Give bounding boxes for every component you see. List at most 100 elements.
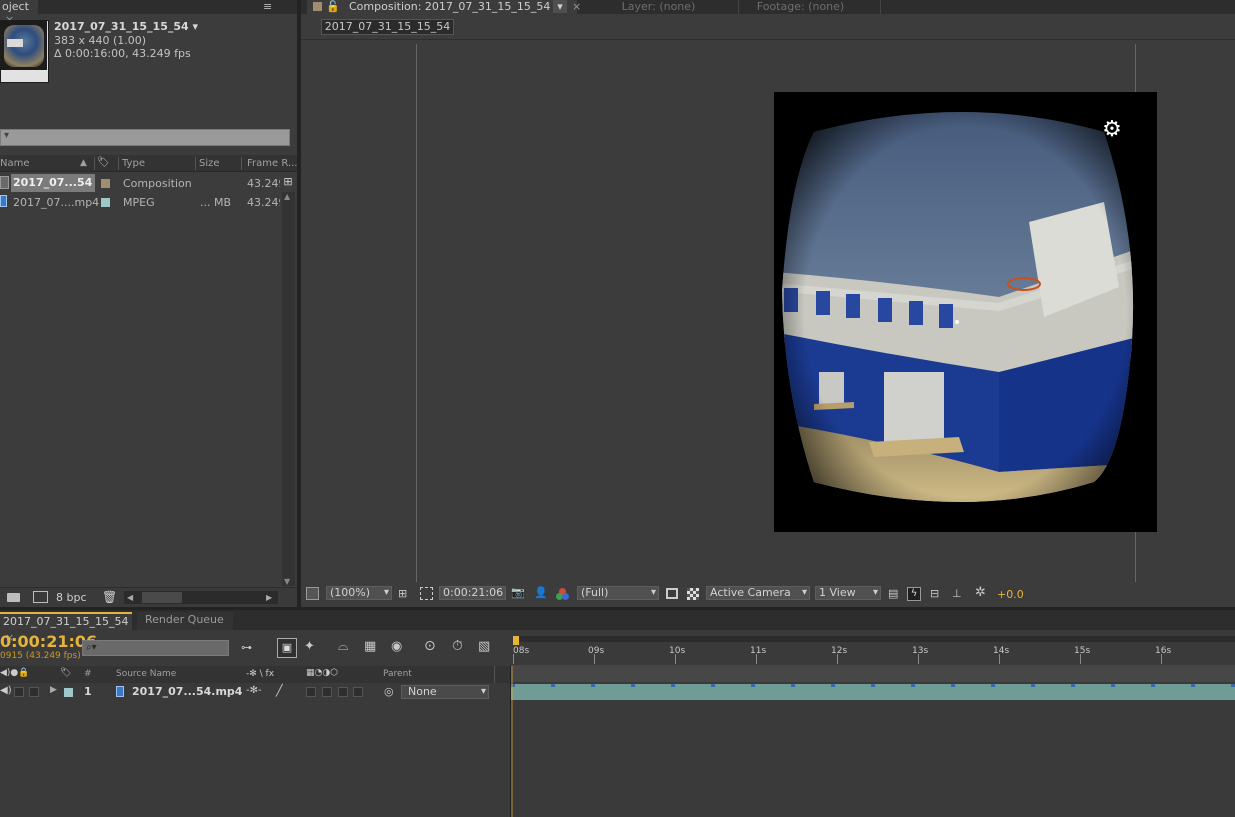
label-color-swatch[interactable] bbox=[64, 688, 73, 697]
composition-tab[interactable]: 🔓 Composition: 2017_07_31_15_15_54 ▾ × bbox=[307, 0, 581, 14]
timeline-tab-bar: 2017_07_31_15_15_54 × Render Queue bbox=[0, 610, 1235, 644]
shy-switch-icon[interactable]: -✻- bbox=[246, 685, 262, 696]
col-name[interactable]: Name bbox=[0, 158, 30, 169]
new-folder-icon[interactable] bbox=[7, 593, 20, 602]
fast-draft-icon[interactable]: ϟ bbox=[907, 587, 921, 601]
expand-triangle-icon[interactable]: ▶ bbox=[50, 685, 57, 695]
resolution-dropdown[interactable]: (Full) bbox=[577, 586, 659, 600]
color-channels-icon[interactable] bbox=[556, 588, 569, 600]
lock-icon[interactable]: 🔓 bbox=[326, 0, 340, 13]
label-tag-icon[interactable]: 🏷 bbox=[60, 668, 71, 678]
vertical-scrollbar[interactable]: ▲ ▼ bbox=[282, 192, 295, 586]
composition-tab-label: Composition: 2017_07_31_15_15_54 bbox=[349, 0, 551, 13]
audio-icon[interactable]: ◀) bbox=[0, 685, 12, 696]
label-color-swatch[interactable] bbox=[101, 179, 110, 188]
frame-info: 0915 (43.249 fps) bbox=[0, 651, 80, 661]
transparency-grid-icon[interactable] bbox=[687, 588, 699, 600]
render-queue-tab[interactable]: Render Queue bbox=[137, 612, 233, 630]
work-area-start-handle[interactable] bbox=[513, 636, 519, 645]
scroll-up-icon[interactable]: ▲ bbox=[284, 192, 290, 201]
timeline-search-input[interactable]: ⌕▾ bbox=[82, 640, 229, 656]
exposure-reset-icon[interactable]: ✲ bbox=[975, 586, 986, 599]
row-size: ... MB bbox=[200, 196, 232, 209]
region-of-interest-icon[interactable] bbox=[420, 587, 433, 600]
scroll-right-icon[interactable]: ▶ bbox=[266, 591, 272, 604]
comp-mini-flowchart-icon[interactable]: ⊶ bbox=[241, 642, 252, 654]
label-tag-icon: 🏷 bbox=[97, 157, 110, 168]
video-frame[interactable]: ⚙ bbox=[774, 92, 1157, 532]
pick-whip-icon[interactable]: ◎ bbox=[384, 685, 394, 698]
flowchart-icon[interactable]: ⊥ bbox=[952, 588, 962, 600]
graph-editor-icon[interactable]: ⊙ bbox=[424, 639, 436, 653]
new-composition-icon[interactable] bbox=[33, 591, 48, 603]
scroll-thumb[interactable] bbox=[142, 592, 182, 603]
bpc-toggle[interactable]: 8 bpc bbox=[56, 591, 87, 604]
row-frame-rate: 43.249 bbox=[247, 177, 280, 190]
snapshot-camera-icon[interactable]: 📷 bbox=[511, 587, 525, 599]
row-type: Composition bbox=[123, 177, 192, 190]
work-area-bar[interactable] bbox=[515, 636, 1235, 642]
time-ruler[interactable]: 08s 09s 10s 11s 12s 13s 14s 15s 16s bbox=[511, 632, 1235, 682]
frame-blending-icon[interactable]: ▦ bbox=[364, 640, 376, 653]
always-preview-icon[interactable] bbox=[306, 587, 319, 600]
grid-guides-icon[interactable]: ⊞ bbox=[398, 588, 407, 600]
col-size[interactable]: Size bbox=[199, 158, 220, 169]
scroll-down-icon[interactable]: ▼ bbox=[284, 577, 290, 586]
stopwatch-icon[interactable]: ⏱ bbox=[452, 639, 463, 653]
sort-arrow-icon[interactable]: ▲ bbox=[80, 158, 87, 168]
live-update-icon[interactable]: ▣ bbox=[277, 638, 297, 658]
brainstorm-icon[interactable]: ▧ bbox=[478, 640, 490, 653]
layer-source-name[interactable]: 2017_07...54.mp4 bbox=[132, 685, 242, 698]
parent-dropdown[interactable]: None bbox=[401, 685, 489, 699]
ruler-label: 11s bbox=[750, 646, 767, 656]
current-time-display[interactable]: 0:00:21:06 bbox=[439, 586, 506, 600]
item-name-dropdown-icon[interactable]: ▾ bbox=[193, 20, 199, 33]
col-source-name[interactable]: Source Name bbox=[116, 669, 176, 679]
col-frame-rate[interactable]: Frame R... bbox=[247, 158, 297, 169]
show-snapshot-icon[interactable]: 👤 bbox=[534, 587, 548, 599]
panel-menu-icon[interactable]: ≡ bbox=[263, 0, 272, 13]
fast-previews-icon[interactable] bbox=[666, 588, 678, 599]
motion-blur-icon[interactable]: ◉ bbox=[391, 640, 402, 653]
lock-checkbox[interactable] bbox=[29, 687, 39, 697]
project-footer: 8 bpc 🗑 ◀ ▶ bbox=[0, 587, 297, 607]
ruler-label: 10s bbox=[669, 646, 686, 656]
col-layer-number: # bbox=[84, 669, 92, 679]
current-time-indicator[interactable] bbox=[511, 666, 513, 817]
scroll-left-icon[interactable]: ◀ bbox=[127, 591, 133, 604]
pixel-aspect-icon[interactable]: ▤ bbox=[888, 588, 898, 600]
quality-switch-icon[interactable]: ╱ bbox=[276, 684, 283, 697]
item-dimensions: 383 x 440 (1.00) bbox=[54, 34, 147, 47]
horizontal-scrollbar[interactable]: ◀ ▶ bbox=[124, 591, 278, 604]
trash-icon[interactable]: 🗑 bbox=[102, 590, 117, 604]
project-row-footage[interactable]: 2017_07....mp4 MPEG ... MB 43.249 bbox=[0, 193, 280, 211]
audio-video-switches-icon[interactable]: ◀)●🔒 bbox=[0, 668, 30, 678]
label-color-swatch[interactable] bbox=[101, 198, 110, 207]
camera-view-dropdown[interactable]: Active Camera bbox=[706, 586, 810, 600]
solo-checkbox[interactable] bbox=[14, 687, 24, 697]
draft-3d-icon[interactable]: ✦ bbox=[304, 640, 315, 653]
layer-duration-bar[interactable] bbox=[511, 684, 1235, 700]
layer-row[interactable]: ◀) ▶ 1 2017_07...54.mp4 -✻- ╱ ◎ None bbox=[0, 684, 511, 700]
resolution-value: (Full) bbox=[581, 586, 609, 599]
hide-shy-layers-icon[interactable]: ⌓ bbox=[338, 640, 348, 653]
composition-chip[interactable]: 2017_07_31_15_15_54 bbox=[321, 19, 454, 35]
row-frame-rate: 43.249 bbox=[247, 196, 280, 209]
timeline-link-icon[interactable]: ⊟ bbox=[930, 588, 939, 600]
tab-menu-icon[interactable]: ▾ bbox=[553, 0, 567, 13]
project-row-composition[interactable]: 2017_07...54 Composition 43.249 bbox=[0, 174, 280, 192]
footage-tab[interactable]: Footage: (none) bbox=[721, 0, 881, 14]
timecode-value: 0:00:21:06 bbox=[443, 586, 504, 599]
col-type[interactable]: Type bbox=[122, 158, 145, 169]
flowchart-icon[interactable]: ⊞ bbox=[280, 174, 296, 190]
settings-gear-icon[interactable]: ⚙ bbox=[1100, 118, 1124, 142]
project-tab[interactable]: oject × bbox=[0, 0, 38, 26]
project-search-input[interactable]: ▾ bbox=[0, 129, 290, 146]
timeline-comp-tab[interactable]: 2017_07_31_15_15_54 × bbox=[0, 612, 132, 644]
exposure-value[interactable]: +0.0 bbox=[997, 588, 1024, 601]
layer-tab[interactable]: Layer: (none) bbox=[579, 0, 739, 14]
composition-viewer[interactable]: ⚙ bbox=[301, 40, 1235, 582]
col-parent[interactable]: Parent bbox=[383, 669, 412, 679]
magnification-dropdown[interactable]: (100%) bbox=[326, 586, 392, 600]
view-layout-dropdown[interactable]: 1 View bbox=[815, 586, 881, 600]
